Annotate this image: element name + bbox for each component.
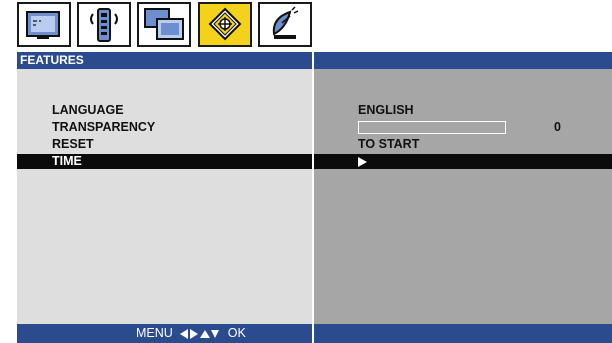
footer-bar: MENU OK xyxy=(17,324,312,343)
sound-remote-icon xyxy=(90,8,118,42)
footer-bar-right xyxy=(314,324,612,343)
language-value[interactable]: ENGLISH xyxy=(358,103,414,118)
transparency-value: 0 xyxy=(554,120,561,134)
tab-screens[interactable] xyxy=(137,2,191,47)
picture-icon xyxy=(26,11,60,39)
time-label: TIME xyxy=(52,154,82,168)
tab-satellite[interactable] xyxy=(258,2,312,47)
features-icon xyxy=(208,7,242,41)
panel-divider xyxy=(312,52,314,343)
screens-icon xyxy=(144,8,184,40)
page-title: FEATURES xyxy=(17,52,312,69)
nav-arrows-icon xyxy=(180,328,220,339)
header-bar-right xyxy=(314,52,612,69)
submenu-arrow-icon[interactable] xyxy=(358,157,367,167)
language-label: LANGUAGE xyxy=(52,103,124,117)
footer-menu-label: MENU xyxy=(136,326,173,341)
reset-label: RESET xyxy=(52,137,94,151)
osd-menu: FEATURES LANGUAGE ENGLISH TRANSPARENCY 0… xyxy=(17,52,612,343)
menu-row-time[interactable]: TIME xyxy=(17,154,612,169)
menu-row-language[interactable]: LANGUAGE ENGLISH xyxy=(17,103,612,118)
tab-sound[interactable] xyxy=(77,2,131,47)
transparency-label: TRANSPARENCY xyxy=(52,120,156,134)
menu-tabs xyxy=(17,2,312,52)
tab-features[interactable] xyxy=(198,2,252,47)
footer-ok-label: OK xyxy=(227,326,246,341)
satellite-icon xyxy=(272,6,299,39)
tab-picture[interactable] xyxy=(17,2,71,47)
transparency-slider[interactable] xyxy=(358,121,506,134)
menu-row-reset[interactable]: RESET TO START xyxy=(17,137,612,152)
reset-value[interactable]: TO START xyxy=(358,137,419,152)
menu-row-transparency[interactable]: TRANSPARENCY 0 xyxy=(17,120,612,135)
